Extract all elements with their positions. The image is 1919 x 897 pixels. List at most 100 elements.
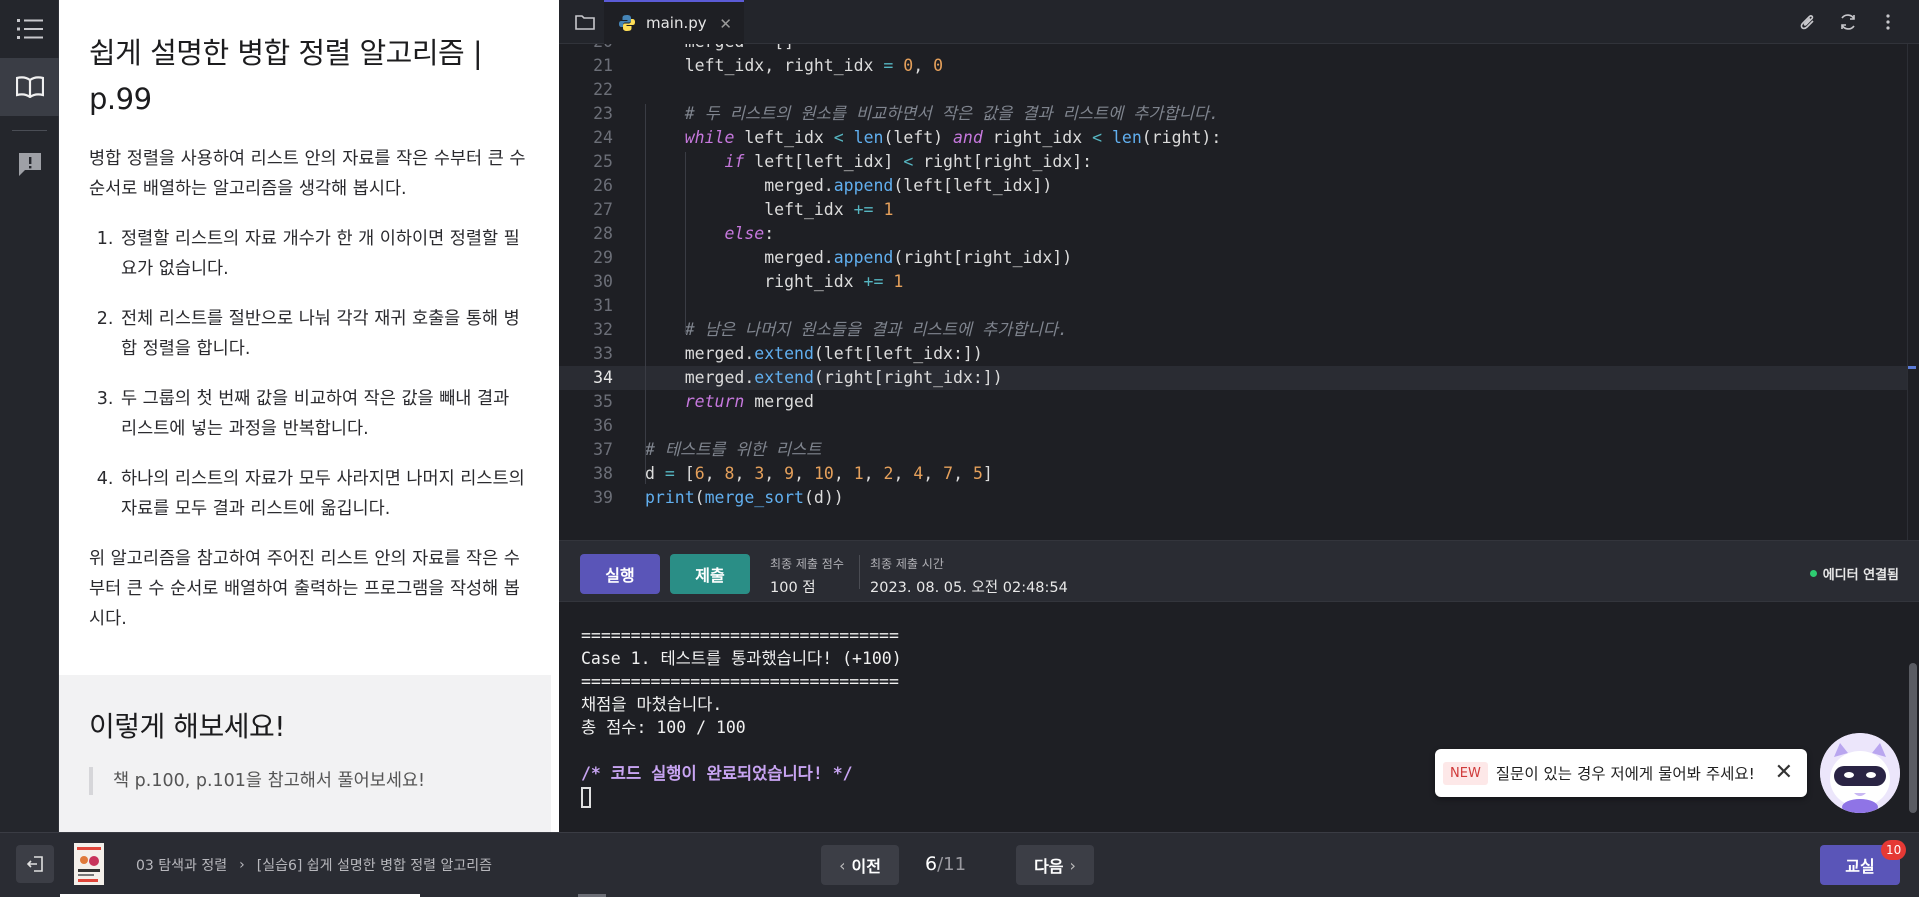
page-current: 6 <box>925 853 938 875</box>
console-scrollbar[interactable] <box>1907 603 1919 832</box>
feedback-icon <box>18 153 41 176</box>
line-number: 31 <box>593 296 613 315</box>
code-text[interactable]: return merged <box>645 390 814 414</box>
code-line[interactable]: 26 merged.append(left[left_idx]) <box>559 174 1909 198</box>
console-scroll-thumb[interactable] <box>1909 663 1917 813</box>
breadcrumb-chapter[interactable]: 03 탐색과 정렬 <box>136 855 227 875</box>
submit-button[interactable]: 제출 <box>670 554 750 594</box>
code-editor[interactable]: 20 merged = []21 left_idx, right_idx = 0… <box>559 44 1919 540</box>
attach-button[interactable] <box>1797 11 1819 33</box>
run-button[interactable]: 실행 <box>580 554 660 594</box>
code-line[interactable]: 28 else: <box>559 222 1909 246</box>
code-line[interactable]: 20 merged = [] <box>559 44 1909 54</box>
console-line: ================================ <box>581 626 899 645</box>
code-line[interactable]: 25 if left[left_idx] < right[right_idx]: <box>559 150 1909 174</box>
action-bar: 실행 제출 최종 제출 점수 100 점 최종 제출 시간 2023. 08. … <box>559 540 1919 602</box>
code-line[interactable]: 27 left_idx += 1 <box>559 198 1909 222</box>
code-text[interactable]: left_idx += 1 <box>645 198 893 222</box>
next-button[interactable]: 다음 › <box>1016 845 1094 885</box>
console-line: Case 1. 테스트를 통과했습니다! (+100) <box>581 649 902 668</box>
assistant-message: 질문이 있는 경우 저에게 물어봐 주세요! <box>1495 765 1755 783</box>
left-rail <box>0 0 59 832</box>
code-text[interactable]: # 남은 나머지 원소들을 결과 리스트에 추가합니다. <box>645 318 1068 342</box>
console-cursor[interactable] <box>581 787 591 808</box>
book-open-icon <box>15 76 44 98</box>
code-text[interactable]: while left_idx < len(left) and right_idx… <box>645 126 1222 150</box>
tip-box: 이렇게 해보세요! 책 p.100, p.101을 참고해서 풀어보세요! <box>59 675 551 832</box>
line-number: 27 <box>593 200 613 219</box>
line-number: 35 <box>593 392 613 411</box>
more-button[interactable] <box>1877 11 1899 33</box>
more-vertical-icon <box>1886 14 1890 30</box>
code-line[interactable]: 32 # 남은 나머지 원소들을 결과 리스트에 추가합니다. <box>559 318 1909 342</box>
editor-scrollbar[interactable] <box>1907 44 1919 540</box>
close-tab-icon[interactable]: ✕ <box>719 15 732 33</box>
line-number: 36 <box>593 416 613 435</box>
step-item: 하나의 리스트의 자료가 모두 사라지면 나머지 리스트의 자료를 모두 결과 … <box>119 464 527 524</box>
exit-button[interactable] <box>16 845 54 883</box>
code-line[interactable]: 36 <box>559 414 1909 438</box>
code-text[interactable]: left_idx, right_idx = 0, 0 <box>645 54 943 78</box>
rail-divider <box>12 130 47 131</box>
line-number: 22 <box>593 80 613 99</box>
code-text[interactable]: merged.append(right[right_idx]) <box>645 246 1072 270</box>
code-line[interactable]: 23 # 두 리스트의 원소를 비교하면서 작은 값을 결과 리스트에 추가합니… <box>559 102 1909 126</box>
code-line[interactable]: 34 merged.extend(right[right_idx:]) <box>559 366 1909 390</box>
exit-icon <box>26 856 43 872</box>
code-text[interactable]: d = [6, 8, 3, 9, 10, 1, 2, 4, 7, 5] <box>645 462 993 486</box>
mascot-icon <box>1820 733 1900 813</box>
folder-icon <box>575 15 595 30</box>
breadcrumb: 03 탐색과 정렬 › [실습6] 쉽게 설명한 병합 정렬 알고리즘 <box>136 855 492 875</box>
code-line[interactable]: 39 print(merge_sort(d)) <box>559 486 1909 510</box>
code-text[interactable]: # 두 리스트의 원소를 비교하면서 작은 값을 결과 리스트에 추가합니다. <box>645 102 1219 126</box>
code-line[interactable]: 24 while left_idx < len(left) and right_… <box>559 126 1909 150</box>
code-line[interactable]: 35 return merged <box>559 390 1909 414</box>
code-text[interactable]: merged.append(left[left_idx]) <box>645 174 1052 198</box>
assistant-tooltip[interactable]: NEW 질문이 있는 경우 저에게 물어봐 주세요! ✕ <box>1435 749 1807 797</box>
code-line[interactable]: 33 merged.extend(left[left_idx:]) <box>559 342 1909 366</box>
code-line[interactable]: 29 merged.append(right[right_idx]) <box>559 246 1909 270</box>
file-explorer-button[interactable] <box>573 10 597 34</box>
lesson-button[interactable] <box>0 58 59 116</box>
line-number: 32 <box>593 320 613 339</box>
feedback-button[interactable] <box>0 135 59 193</box>
new-badge: NEW <box>1443 761 1488 785</box>
step-item: 전체 리스트를 절반으로 나눠 각각 재귀 호출을 통해 병합 정렬을 합니다. <box>119 304 527 364</box>
code-line[interactable]: 31 <box>559 294 1909 318</box>
code-text[interactable]: # 테스트를 위한 리스트 <box>645 438 821 462</box>
notification-badge: 10 <box>1881 840 1907 860</box>
time-value: 2023. 08. 05. 오전 02:48:54 <box>870 580 1068 596</box>
tip-title: 이렇게 해보세요! <box>89 710 285 743</box>
code-text[interactable]: if left[left_idx] < right[right_idx]: <box>645 150 1092 174</box>
list-icon <box>16 19 43 39</box>
code-line[interactable]: 30 right_idx += 1 <box>559 270 1909 294</box>
code-text[interactable]: right_idx += 1 <box>645 270 903 294</box>
indent-guide <box>645 104 646 484</box>
prev-button[interactable]: ‹ 이전 <box>821 845 899 885</box>
toc-button[interactable] <box>0 0 59 58</box>
line-number: 38 <box>593 464 613 483</box>
code-line[interactable]: 21 left_idx, right_idx = 0, 0 <box>559 54 1909 78</box>
lesson-intro: 병합 정렬을 사용하여 리스트 안의 자료를 작은 수부터 큰 수 순서로 배열… <box>89 149 526 199</box>
line-number: 20 <box>559 44 613 54</box>
refresh-icon <box>1841 14 1855 30</box>
book-cover-icon <box>74 843 104 885</box>
code-line[interactable]: 37 # 테스트를 위한 리스트 <box>559 438 1909 462</box>
code-line[interactable]: 38 d = [6, 8, 3, 9, 10, 1, 2, 4, 7, 5] <box>559 462 1909 486</box>
status-text: 에디터 연결됨 <box>1822 568 1899 583</box>
code-text[interactable]: merged = [] <box>645 44 794 54</box>
close-tooltip-icon[interactable]: ✕ <box>1775 760 1793 785</box>
code-text[interactable]: else: <box>645 222 774 246</box>
code-text[interactable]: print(merge_sort(d)) <box>645 486 844 510</box>
assistant-mascot-button[interactable] <box>1820 733 1900 813</box>
meta-divider <box>859 555 860 589</box>
breadcrumb-lesson[interactable]: [실습6] 쉽게 설명한 병합 정렬 알고리즘 <box>257 855 492 875</box>
code-text[interactable]: merged.extend(left[left_idx:]) <box>645 342 983 366</box>
chevron-left-icon: ‹ <box>839 855 846 875</box>
chevron-right-icon: › <box>239 857 245 873</box>
tab-main-py[interactable]: main.py ✕ <box>604 0 744 44</box>
code-line[interactable]: 22 <box>559 78 1909 102</box>
algorithm-steps: 정렬할 리스트의 자료 개수가 한 개 이하이면 정렬할 필요가 없습니다. 전… <box>89 224 527 524</box>
code-text[interactable]: merged.extend(right[right_idx:]) <box>645 366 1003 390</box>
reset-button[interactable] <box>1837 11 1859 33</box>
